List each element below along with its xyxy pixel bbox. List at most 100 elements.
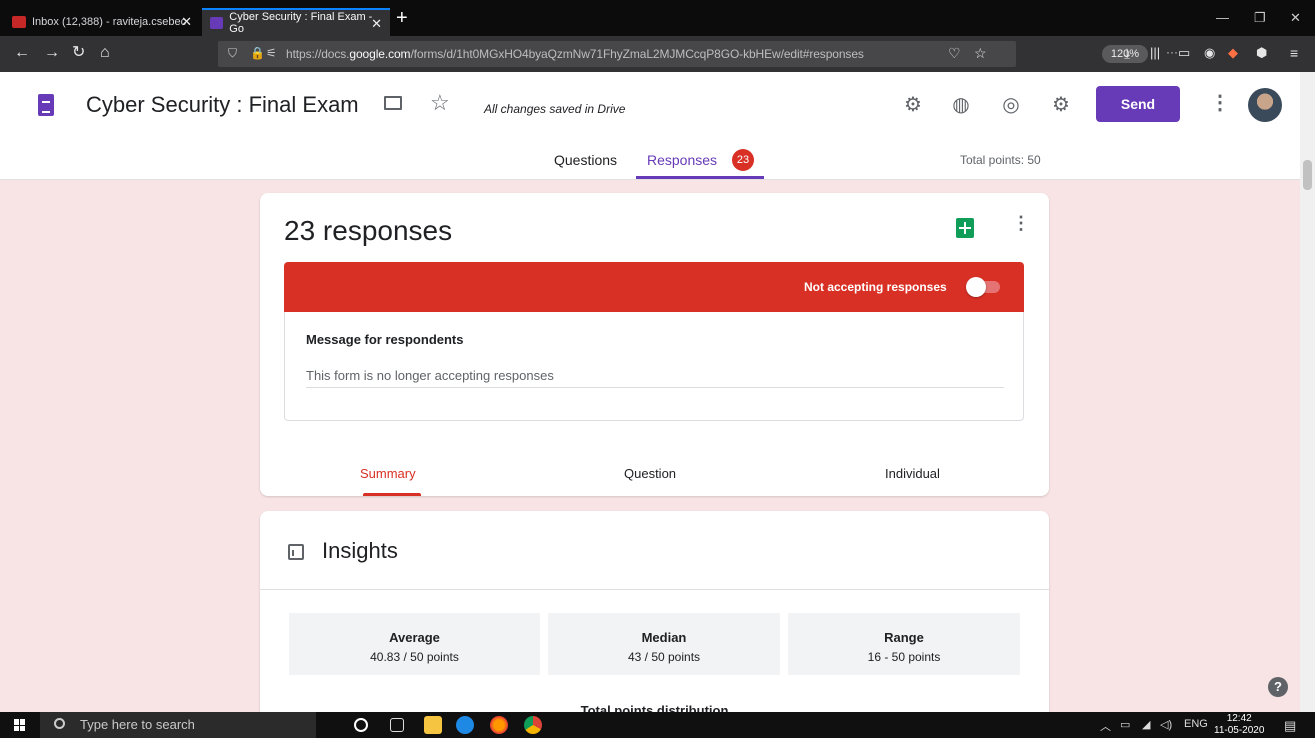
firefox-icon[interactable] bbox=[490, 716, 508, 734]
stat-label: Median bbox=[641, 630, 687, 645]
tray-expand-icon[interactable]: ︿ bbox=[1100, 718, 1111, 734]
stat-value: 40.83 / 50 points bbox=[370, 650, 459, 664]
insights-card: Insights Average 40.83 / 50 points Media… bbox=[260, 511, 1049, 721]
preview-eye-icon[interactable]: ◎ bbox=[1000, 94, 1022, 116]
stat-value: 16 - 50 points bbox=[867, 650, 941, 664]
stat-label: Range bbox=[884, 630, 924, 645]
browser-tab-strip: Inbox (12,388) - raviteja.csebec ✕ Cyber… bbox=[0, 0, 1315, 36]
sheets-icon[interactable] bbox=[956, 218, 974, 238]
help-icon[interactable]: ? bbox=[1268, 677, 1288, 697]
tab-questions[interactable]: Questions bbox=[554, 152, 617, 168]
responses-count-badge: 23 bbox=[732, 149, 754, 171]
tab-forms[interactable]: Cyber Security : Final Exam - Go ✕ bbox=[202, 8, 390, 36]
taskbar-search[interactable]: Type here to search bbox=[40, 712, 316, 738]
page-actions-icon[interactable]: ··· bbox=[1166, 45, 1178, 59]
account-icon[interactable]: ◉ bbox=[1204, 44, 1215, 62]
page-scrollbar[interactable] bbox=[1300, 72, 1315, 712]
stat-average: Average 40.83 / 50 points bbox=[289, 613, 540, 675]
library-icon[interactable]: ||| bbox=[1150, 44, 1160, 62]
restore-icon[interactable]: ❐ bbox=[1254, 10, 1266, 26]
menu-icon[interactable]: ≡ bbox=[1290, 44, 1298, 62]
message-box: Message for respondents This form is no … bbox=[284, 312, 1024, 421]
close-tab-icon[interactable]: ✕ bbox=[181, 14, 192, 30]
close-window-icon[interactable]: ✕ bbox=[1290, 10, 1301, 26]
addons-icon[interactable]: ⚙ bbox=[902, 94, 924, 116]
accepting-toggle-thumb[interactable] bbox=[966, 277, 986, 297]
settings-gear-icon[interactable]: ⚙ bbox=[1050, 94, 1072, 116]
forward-icon[interactable]: → bbox=[44, 44, 60, 62]
subtab-individual[interactable]: Individual bbox=[885, 466, 940, 481]
active-tab-indicator bbox=[636, 176, 764, 179]
close-tab-icon[interactable]: ✕ bbox=[371, 16, 382, 32]
windows-taskbar: Type here to search ︿ ▭ ◢ ◁) ENG 12:42 1… bbox=[0, 712, 1315, 738]
windows-start-icon[interactable] bbox=[14, 719, 26, 731]
home-icon[interactable]: ⌂ bbox=[100, 44, 110, 62]
url-text[interactable]: https://docs.google.com/forms/d/1ht0MGxH… bbox=[286, 47, 864, 61]
accepting-banner: Not accepting responses bbox=[284, 262, 1024, 312]
extension-icon[interactable]: ◆ bbox=[1228, 44, 1238, 62]
clock[interactable]: 12:42 11-05-2020 bbox=[1214, 713, 1264, 737]
tab-inbox[interactable]: Inbox (12,388) - raviteja.csebec ✕ bbox=[4, 8, 200, 36]
download-icon[interactable]: ⤓ bbox=[1124, 44, 1130, 62]
responses-count: 23 responses bbox=[284, 215, 453, 246]
accepting-label: Not accepting responses bbox=[804, 280, 947, 294]
stat-median: Median 43 / 50 points bbox=[548, 613, 780, 675]
network-icon[interactable]: ◢ bbox=[1142, 718, 1150, 731]
clock-date: 11-05-2020 bbox=[1214, 725, 1265, 736]
reload-icon[interactable]: ↻ bbox=[72, 44, 85, 62]
browser-nav-bar: ← → ↻ ⌂ ⛉ 🔒 ⚟ https://docs.google.com/fo… bbox=[0, 36, 1315, 72]
task-view-icon[interactable] bbox=[390, 718, 404, 732]
save-status: All changes saved in Drive bbox=[484, 102, 626, 116]
scrollbar-thumb[interactable] bbox=[1303, 160, 1312, 190]
pocket-icon[interactable]: ♡ bbox=[948, 44, 961, 62]
tab-responses[interactable]: Responses bbox=[647, 152, 717, 168]
forms-icon bbox=[210, 17, 224, 29]
avatar[interactable] bbox=[1248, 88, 1282, 122]
tab-label: Inbox (12,388) - raviteja.csebec bbox=[32, 16, 187, 28]
forms-header: Cyber Security : Final Exam ☆ All change… bbox=[0, 72, 1300, 180]
stat-label: Average bbox=[389, 630, 440, 645]
cortana-icon[interactable] bbox=[354, 718, 368, 732]
edge-icon[interactable] bbox=[456, 716, 474, 734]
file-explorer-icon[interactable] bbox=[424, 716, 442, 734]
shield-icon[interactable]: ⛉ bbox=[228, 46, 237, 61]
chrome-icon[interactable] bbox=[524, 716, 542, 734]
back-icon[interactable]: ← bbox=[14, 44, 30, 62]
permissions-icon[interactable]: ⚟ bbox=[266, 46, 277, 60]
summary-tab-indicator bbox=[363, 493, 421, 496]
palette-icon[interactable]: ◍ bbox=[950, 94, 972, 116]
gmail-icon bbox=[12, 16, 26, 28]
message-input[interactable]: This form is no longer accepting respons… bbox=[306, 368, 1004, 388]
form-title[interactable]: Cyber Security : Final Exam bbox=[86, 92, 359, 118]
responses-card: 23 responses ⋮ Not accepting responses M… bbox=[260, 193, 1049, 496]
search-icon bbox=[54, 718, 65, 729]
volume-icon[interactable]: ◁) bbox=[1160, 718, 1172, 731]
star-icon[interactable]: ☆ bbox=[430, 90, 450, 116]
lock-icon[interactable]: 🔒 bbox=[250, 46, 265, 60]
clock-time: 12:42 bbox=[1226, 713, 1252, 724]
message-label: Message for respondents bbox=[306, 332, 464, 347]
search-placeholder: Type here to search bbox=[80, 717, 195, 732]
responses-more-icon[interactable]: ⋮ bbox=[1012, 213, 1030, 234]
folder-icon[interactable] bbox=[384, 96, 402, 110]
sidebar-icon[interactable]: ▭ bbox=[1178, 44, 1190, 62]
more-options-icon[interactable]: ⋮ bbox=[1210, 90, 1230, 115]
battery-icon[interactable]: ▭ bbox=[1120, 718, 1130, 731]
bookmark-star-icon[interactable]: ☆ bbox=[974, 44, 987, 62]
notifications-icon[interactable]: ▤ bbox=[1284, 718, 1296, 734]
stat-range: Range 16 - 50 points bbox=[788, 613, 1020, 675]
subtab-question[interactable]: Question bbox=[624, 466, 676, 481]
forms-logo-icon[interactable] bbox=[38, 94, 54, 116]
url-bar[interactable]: ⛉ 🔒 ⚟ https://docs.google.com/forms/d/1h… bbox=[218, 41, 1178, 67]
insights-title: Insights bbox=[322, 538, 398, 563]
language-indicator[interactable]: ENG bbox=[1184, 718, 1208, 730]
send-button[interactable]: Send bbox=[1096, 86, 1180, 122]
new-tab-button[interactable]: + bbox=[396, 8, 408, 28]
minimize-icon[interactable]: — bbox=[1216, 10, 1229, 25]
tab-label: Cyber Security : Final Exam - Go bbox=[229, 11, 373, 35]
subtab-summary[interactable]: Summary bbox=[360, 466, 416, 481]
extension-shield-icon[interactable]: ⬢ bbox=[1256, 44, 1267, 62]
insights-chart-icon bbox=[288, 544, 304, 560]
divider bbox=[260, 589, 1049, 590]
stat-value: 43 / 50 points bbox=[627, 650, 701, 664]
